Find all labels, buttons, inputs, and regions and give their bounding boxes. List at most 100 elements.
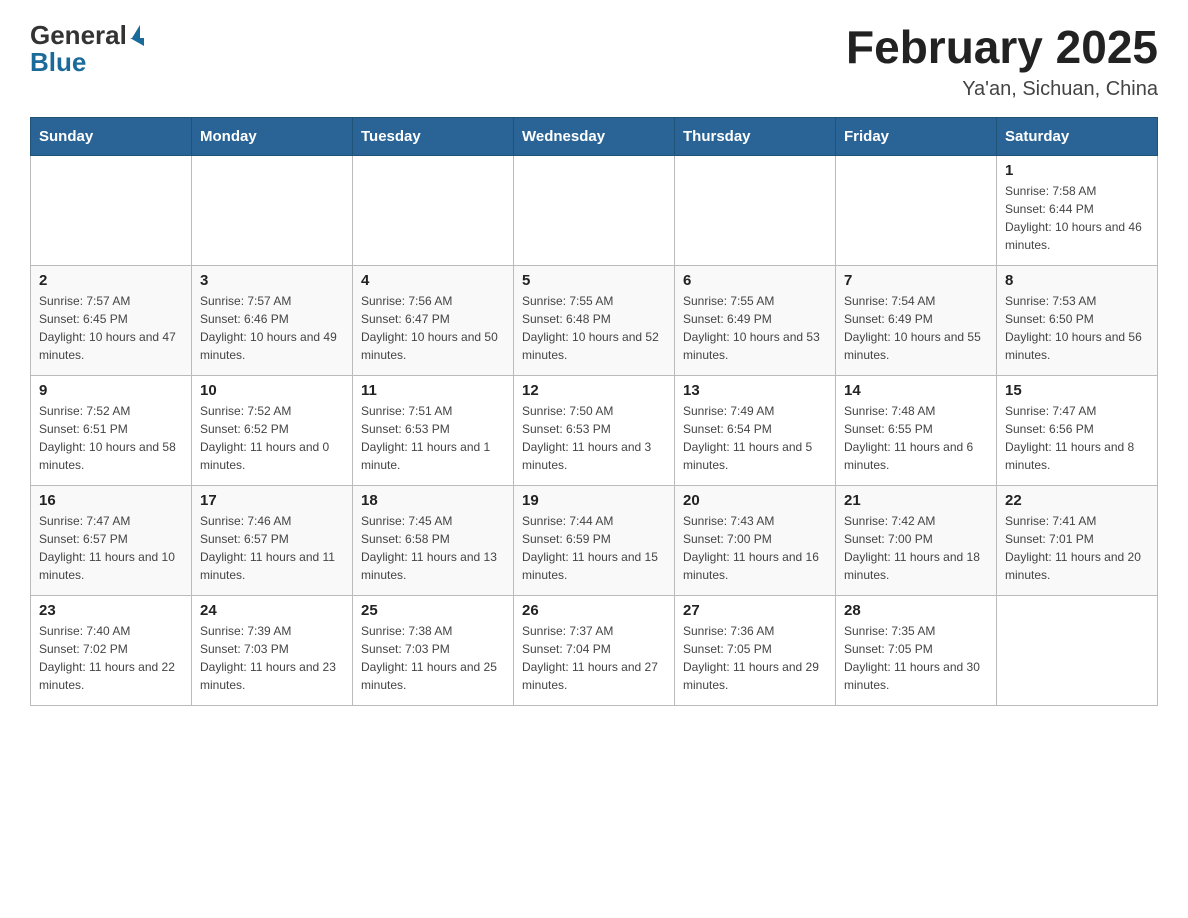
day-info: Sunrise: 7:51 AM Sunset: 6:53 PM Dayligh… (361, 402, 505, 474)
calendar-cell: 20 Sunrise: 7:43 AM Sunset: 7:00 PM Dayli… (675, 486, 836, 596)
calendar-cell: 19 Sunrise: 7:44 AM Sunset: 6:59 PM Dayli… (514, 486, 675, 596)
week-row-1: 1 Sunrise: 7:58 AM Sunset: 6:44 PM Daylig… (31, 156, 1158, 266)
col-sunday: Sunday (31, 118, 192, 156)
week-row-3: 9 Sunrise: 7:52 AM Sunset: 6:51 PM Daylig… (31, 376, 1158, 486)
logo-blue: Blue (30, 47, 86, 78)
calendar-cell: 16Sunrise: 7:47 AM Sunset: 6:57 PM Dayli… (31, 486, 192, 596)
calendar-cell: 23 Sunrise: 7:40 AM Sunset: 7:02 PM Dayli… (31, 596, 192, 706)
calendar-cell (675, 156, 836, 266)
col-thursday: Thursday (675, 118, 836, 156)
calendar-table: Sunday Monday Tuesday Wednesday Thursday… (30, 117, 1158, 706)
day-info: Sunrise: 7:50 AM Sunset: 6:53 PM Dayligh… (522, 402, 666, 474)
day-number: 22 (1005, 492, 1149, 509)
calendar-cell: 10 Sunrise: 7:52 AM Sunset: 6:52 PM Dayli… (192, 376, 353, 486)
day-info: Sunrise: 7:58 AM Sunset: 6:44 PM Dayligh… (1005, 182, 1149, 254)
day-info: Sunrise: 7:53 AM Sunset: 6:50 PM Dayligh… (1005, 292, 1149, 364)
calendar-header-row: Sunday Monday Tuesday Wednesday Thursday… (31, 118, 1158, 156)
col-friday: Friday (836, 118, 997, 156)
calendar-cell: 6 Sunrise: 7:55 AM Sunset: 6:49 PM Daylig… (675, 266, 836, 376)
day-number: 2 (39, 272, 183, 289)
day-info: Sunrise: 7:48 AM Sunset: 6:55 PM Dayligh… (844, 402, 988, 474)
title-area: February 2025 Ya'an, Sichuan, China (846, 20, 1158, 101)
day-number: 24 (200, 602, 344, 619)
calendar-cell (836, 156, 997, 266)
day-number: 16 (39, 492, 183, 509)
day-info: Sunrise: 7:43 AM Sunset: 7:00 PM Dayligh… (683, 512, 827, 584)
day-info: Sunrise: 7:40 AM Sunset: 7:02 PM Dayligh… (39, 622, 183, 694)
week-row-5: 23 Sunrise: 7:40 AM Sunset: 7:02 PM Dayli… (31, 596, 1158, 706)
day-info: Sunrise: 7:38 AM Sunset: 7:03 PM Dayligh… (361, 622, 505, 694)
calendar-cell: 24 Sunrise: 7:39 AM Sunset: 7:03 PM Dayli… (192, 596, 353, 706)
day-number: 17 (200, 492, 344, 509)
calendar-cell (192, 156, 353, 266)
day-number: 9 (39, 382, 183, 399)
calendar-cell: 13 Sunrise: 7:49 AM Sunset: 6:54 PM Dayli… (675, 376, 836, 486)
day-number: 27 (683, 602, 827, 619)
calendar-cell: 15 Sunrise: 7:47 AM Sunset: 6:56 PM Dayli… (997, 376, 1158, 486)
day-info: Sunrise: 7:55 AM Sunset: 6:49 PM Dayligh… (683, 292, 827, 364)
day-info: Sunrise: 7:39 AM Sunset: 7:03 PM Dayligh… (200, 622, 344, 694)
calendar-cell: 8 Sunrise: 7:53 AM Sunset: 6:50 PM Daylig… (997, 266, 1158, 376)
day-info: Sunrise: 7:47 AM Sunset: 6:56 PM Dayligh… (1005, 402, 1149, 474)
day-info: Sunrise: 7:41 AM Sunset: 7:01 PM Dayligh… (1005, 512, 1149, 584)
day-number: 21 (844, 492, 988, 509)
day-number: 3 (200, 272, 344, 289)
day-info: Sunrise: 7:55 AM Sunset: 6:48 PM Dayligh… (522, 292, 666, 364)
day-number: 23 (39, 602, 183, 619)
day-info: Sunrise: 7:37 AM Sunset: 7:04 PM Dayligh… (522, 622, 666, 694)
col-saturday: Saturday (997, 118, 1158, 156)
calendar-cell: 9 Sunrise: 7:52 AM Sunset: 6:51 PM Daylig… (31, 376, 192, 486)
day-info: Sunrise: 7:57 AM Sunset: 6:45 PM Dayligh… (39, 292, 183, 364)
calendar-cell (353, 156, 514, 266)
day-number: 18 (361, 492, 505, 509)
day-number: 7 (844, 272, 988, 289)
day-number: 14 (844, 382, 988, 399)
calendar-cell (31, 156, 192, 266)
day-number: 20 (683, 492, 827, 509)
day-number: 19 (522, 492, 666, 509)
day-number: 15 (1005, 382, 1149, 399)
calendar-cell (997, 596, 1158, 706)
calendar-cell: 7Sunrise: 7:54 AM Sunset: 6:49 PM Daylig… (836, 266, 997, 376)
day-number: 12 (522, 382, 666, 399)
day-number: 1 (1005, 162, 1149, 179)
calendar-cell: 5 Sunrise: 7:55 AM Sunset: 6:48 PM Daylig… (514, 266, 675, 376)
calendar-cell: 14 Sunrise: 7:48 AM Sunset: 6:55 PM Dayli… (836, 376, 997, 486)
day-number: 28 (844, 602, 988, 619)
day-number: 25 (361, 602, 505, 619)
day-info: Sunrise: 7:44 AM Sunset: 6:59 PM Dayligh… (522, 512, 666, 584)
calendar-cell: 1 Sunrise: 7:58 AM Sunset: 6:44 PM Daylig… (997, 156, 1158, 266)
calendar-cell: 12 Sunrise: 7:50 AM Sunset: 6:53 PM Dayli… (514, 376, 675, 486)
day-info: Sunrise: 7:35 AM Sunset: 7:05 PM Dayligh… (844, 622, 988, 694)
day-info: Sunrise: 7:49 AM Sunset: 6:54 PM Dayligh… (683, 402, 827, 474)
col-wednesday: Wednesday (514, 118, 675, 156)
calendar-cell: 17Sunrise: 7:46 AM Sunset: 6:57 PM Dayli… (192, 486, 353, 596)
calendar-cell: 2 Sunrise: 7:57 AM Sunset: 6:45 PM Daylig… (31, 266, 192, 376)
day-number: 5 (522, 272, 666, 289)
day-number: 6 (683, 272, 827, 289)
day-info: Sunrise: 7:56 AM Sunset: 6:47 PM Dayligh… (361, 292, 505, 364)
week-row-2: 2 Sunrise: 7:57 AM Sunset: 6:45 PM Daylig… (31, 266, 1158, 376)
calendar-cell: 18 Sunrise: 7:45 AM Sunset: 6:58 PM Dayli… (353, 486, 514, 596)
day-number: 8 (1005, 272, 1149, 289)
week-row-4: 16Sunrise: 7:47 AM Sunset: 6:57 PM Dayli… (31, 486, 1158, 596)
calendar-cell: 26Sunrise: 7:37 AM Sunset: 7:04 PM Dayli… (514, 596, 675, 706)
logo: General Blue (30, 20, 144, 78)
day-number: 10 (200, 382, 344, 399)
calendar-cell: 22 Sunrise: 7:41 AM Sunset: 7:01 PM Dayli… (997, 486, 1158, 596)
page-header: General Blue February 2025 Ya'an, Sichua… (30, 20, 1158, 101)
day-number: 11 (361, 382, 505, 399)
calendar-cell: 27Sunrise: 7:36 AM Sunset: 7:05 PM Dayli… (675, 596, 836, 706)
day-number: 4 (361, 272, 505, 289)
calendar-cell: 11 Sunrise: 7:51 AM Sunset: 6:53 PM Dayli… (353, 376, 514, 486)
day-info: Sunrise: 7:52 AM Sunset: 6:51 PM Dayligh… (39, 402, 183, 474)
calendar-cell: 3Sunrise: 7:57 AM Sunset: 6:46 PM Daylig… (192, 266, 353, 376)
calendar-cell (514, 156, 675, 266)
col-tuesday: Tuesday (353, 118, 514, 156)
day-info: Sunrise: 7:52 AM Sunset: 6:52 PM Dayligh… (200, 402, 344, 474)
day-number: 13 (683, 382, 827, 399)
day-info: Sunrise: 7:45 AM Sunset: 6:58 PM Dayligh… (361, 512, 505, 584)
calendar-cell: 21Sunrise: 7:42 AM Sunset: 7:00 PM Dayli… (836, 486, 997, 596)
calendar-title: February 2025 (846, 20, 1158, 74)
col-monday: Monday (192, 118, 353, 156)
